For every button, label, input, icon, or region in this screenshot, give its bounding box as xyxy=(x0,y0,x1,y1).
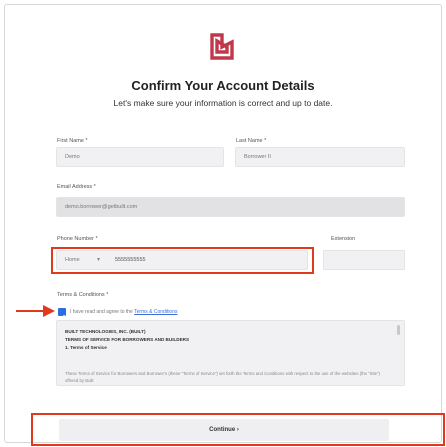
extension-label: Extension xyxy=(331,236,356,242)
terms-body: These Terms of Service for Borrowers and… xyxy=(65,371,380,383)
agree-text: I have read and agree to the Terms & Con… xyxy=(70,309,178,315)
phone-label: Phone Number * xyxy=(57,236,98,242)
continue-button[interactable]: Continue › xyxy=(59,419,389,441)
first-name-field[interactable]: Demo xyxy=(56,147,224,167)
built-logo-icon xyxy=(210,33,234,60)
page-title: Confirm Your Account Details xyxy=(131,78,315,93)
phone-number-value: 5555555555 xyxy=(115,257,146,263)
terms-scroll-box[interactable]: BUILT TECHNOLOGIES, INC. (BUILT) TERMS O… xyxy=(56,320,405,386)
agree-prefix: I have read and agree to the xyxy=(70,309,133,315)
terms-link[interactable]: Terms & Conditions xyxy=(134,309,177,315)
terms-label: Terms & Conditions * xyxy=(57,292,109,298)
terms-line: 1. Terms of Service xyxy=(65,345,107,350)
chevron-down-icon: ▾ xyxy=(97,257,101,263)
last-name-value: Borrower II xyxy=(244,154,271,160)
last-name-field[interactable]: Borrower II xyxy=(235,147,405,167)
extension-field[interactable] xyxy=(323,250,405,270)
phone-type-select[interactable]: Home xyxy=(65,257,80,263)
terms-line: BUILT TECHNOLOGIES, INC. (BUILT) xyxy=(65,329,146,334)
scrollbar[interactable] xyxy=(397,325,400,335)
page-subtitle: Let's make sure your information is corr… xyxy=(113,98,333,108)
phone-field[interactable]: Home ▾ 5555555555 xyxy=(56,250,308,270)
agree-checkbox[interactable] xyxy=(58,308,66,320)
first-name-value: Demo xyxy=(65,154,80,160)
last-name-label: Last Name * xyxy=(236,138,267,144)
arrow-right-icon xyxy=(16,305,55,317)
email-value: demo.borrower@getbuilt.com xyxy=(65,204,138,210)
email-label: Email Address * xyxy=(57,184,96,190)
email-field: demo.borrower@getbuilt.com xyxy=(56,197,405,217)
first-name-label: First Name * xyxy=(57,138,88,144)
terms-line: TERMS OF SERVICE FOR BORROWERS AND BUILD… xyxy=(65,337,190,342)
